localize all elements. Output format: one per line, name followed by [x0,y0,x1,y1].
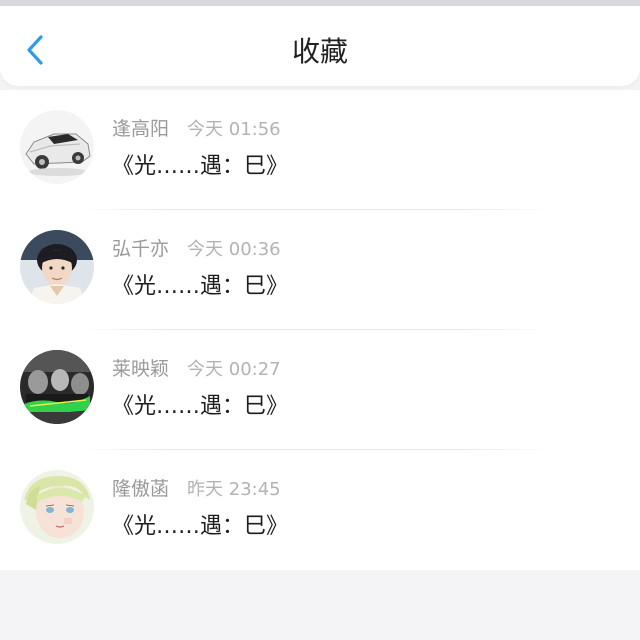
chevron-left-icon [27,35,43,65]
avatar[interactable] [20,470,94,544]
list-item[interactable]: 隆傲菡 昨天 23:45 《光……遇：巳》 [0,450,640,570]
list-item[interactable]: 弘千亦 今天 00:36 《光……遇：巳》 [0,210,640,330]
header-bar: 收藏 [0,6,640,86]
favorite-content: 《光……遇：巳》 [112,514,289,539]
timestamp: 昨天 23:45 [187,479,281,500]
timestamp: 今天 00:27 [187,359,281,380]
portrait-avatar-icon [20,230,94,304]
list-item[interactable]: 莱映颖 今天 00:27 《光……遇：巳》 [0,330,640,450]
user-name: 隆傲菡 [112,478,170,500]
timestamp: 今天 00:36 [187,239,281,260]
favorite-content: 《光……遇：巳》 [112,394,289,419]
group-photo-avatar-icon [20,350,94,424]
anime-character-avatar-icon [20,470,94,544]
page-title: 收藏 [291,35,348,68]
avatar[interactable] [20,230,94,304]
sports-car-avatar-icon [20,110,94,184]
list-item[interactable]: 逢高阳 今天 01:56 《光……遇：巳》 [0,90,640,210]
avatar[interactable] [20,110,94,184]
timestamp: 今天 01:56 [187,119,281,140]
avatar[interactable] [20,350,94,424]
item-header: 莱映颖 今天 00:27 [112,354,281,381]
back-button[interactable] [18,30,52,70]
favorite-content: 《光……遇：巳》 [112,154,289,179]
user-name: 弘千亦 [112,238,170,260]
item-header: 隆傲菡 昨天 23:45 [112,474,281,501]
favorite-content: 《光……遇：巳》 [112,274,289,299]
favorites-list: 逢高阳 今天 01:56 《光……遇：巳》 弘千亦 今天 00:36 《光……遇：巳… [0,90,640,570]
user-name: 莱映颖 [112,358,170,380]
item-header: 逢高阳 今天 01:56 [112,114,281,141]
item-header: 弘千亦 今天 00:36 [112,234,281,261]
user-name: 逢高阳 [112,118,170,140]
